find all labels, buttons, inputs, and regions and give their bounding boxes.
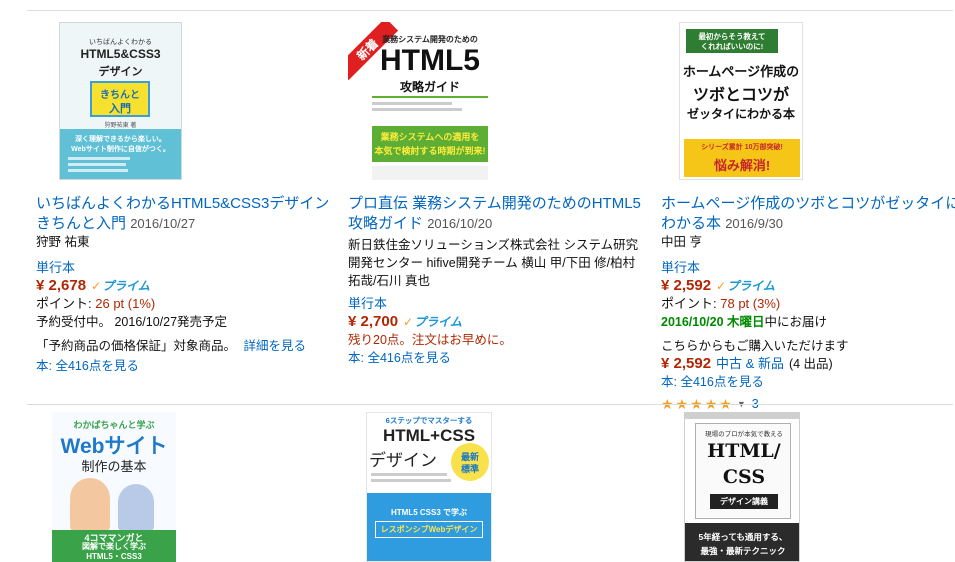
book-cover-image[interactable]: 最初からそう教えて くれればいいのに! ホームページ作成の ツボとコツが ゼッタ…	[679, 22, 803, 180]
row-divider	[27, 404, 953, 405]
price-guarantee: 「予約商品の価格保証」対象商品。 詳細を見る	[36, 339, 307, 353]
price: ¥ 2,700	[348, 313, 399, 330]
points: ポイント: 78 pt (3%)	[661, 296, 781, 311]
used-price: ¥ 2,592	[661, 355, 712, 372]
product-title-link[interactable]: ホームページ作成のツボとコツがゼッタイにわかる本 2016/9/30	[661, 194, 955, 234]
points: ポイント: 26 pt (1%)	[36, 296, 156, 311]
prime-badge: ✓プライム	[716, 279, 775, 293]
cover-band: シリーズ累計 10万部突破! 悩み解消!	[684, 139, 800, 177]
check-icon: ✓	[403, 315, 414, 329]
release-date: 2016/10/20	[427, 216, 493, 231]
product-info: ホームページ作成のツボとコツがゼッタイにわかる本 2016/9/30 中田 亨 …	[661, 194, 955, 413]
format-link[interactable]: 単行本	[661, 259, 955, 277]
cover-band: 業務システムへの適用を 本気で検討する時期が到来!	[372, 126, 488, 162]
price: ¥ 2,678	[36, 277, 87, 294]
book-cover-image[interactable]: いちばんよくわかる HTML5&CSS3 デザイン きちんと 入門 狩野祐東 著…	[59, 22, 182, 180]
delivery-estimate: 2016/10/20 木曜日中にお届け	[661, 315, 828, 329]
used-new-link[interactable]: 中古 & 新品	[716, 355, 784, 373]
see-all-link[interactable]: 全416点を見る	[55, 359, 138, 373]
see-all-link[interactable]: 全416点を見る	[367, 351, 450, 365]
see-all: 本: 全416点を見る	[661, 375, 764, 389]
author-name: 新日鉄住金ソリューションズ株式会社 システム研究開発センター hifive開発チ…	[348, 238, 639, 288]
stock-warning: 残り20点。注文はお早めに。	[348, 333, 512, 347]
other-offers: ¥ 2,592 中古 & 新品 (4 出品)	[661, 355, 955, 373]
character-illustration	[70, 478, 110, 532]
release-date: 2016/10/27	[130, 216, 196, 231]
cover-band: 5年経っても通用する、 最強・最新テクニック	[685, 523, 799, 561]
book-cover-image[interactable]: 現場のプロが本気で教える HTML/ CSS デザイン講義 5年経っても通用する…	[684, 412, 800, 562]
author-name: 中田 亨	[661, 235, 702, 249]
product-title-link[interactable]: いちばんよくわかるHTML5&CSS3デザインきちんと入門 2016/10/27	[36, 194, 336, 234]
book-cover-image[interactable]: 新着 業務システム開発のための HTML5 攻略ガイド 業務システムへの適用を …	[348, 22, 492, 180]
author-name: 狩野 祐東	[36, 235, 90, 249]
other-offers-label: こちらからもご購入いただけます	[661, 339, 849, 353]
book-cover-image[interactable]: わかばちゃんと学ぶ Webサイト 制作の基本 4コママンガと 図解で楽しく学ぶ …	[52, 412, 176, 562]
cover-badge: 最新 標準	[451, 443, 489, 481]
format-link[interactable]: 単行本	[36, 259, 336, 277]
cover-badge: きちんと 入門	[90, 81, 150, 117]
product-info: プロ直伝 業務システム開発のためのHTML5攻略ガイド 2016/10/20 新…	[348, 194, 648, 367]
product-info: いちばんよくわかるHTML5&CSS3デザインきちんと入門 2016/10/27…	[36, 194, 336, 375]
character-illustration	[118, 484, 154, 532]
preorder-note: 予約受付中。 2016/10/27発売予定	[36, 315, 228, 329]
check-icon: ✓	[716, 279, 727, 293]
see-all: 本: 全416点を見る	[348, 351, 451, 365]
cover-band: HTML5 CSS3 で学ぶ レスポンシブWebデザイン	[367, 493, 491, 561]
see-all-link[interactable]: 全416点を見る	[680, 375, 763, 389]
format-link[interactable]: 単行本	[348, 295, 648, 313]
price: ¥ 2,592	[661, 277, 712, 294]
offer-count: (4 出品)	[788, 357, 833, 371]
check-icon: ✓	[91, 279, 102, 293]
cover-band: 深く理解できるから楽しい。 Webサイト制作に自信がつく。	[60, 129, 181, 179]
release-date: 2016/9/30	[725, 216, 784, 231]
top-divider	[27, 10, 953, 11]
details-link[interactable]: 詳細を見る	[244, 339, 307, 353]
book-cover-image[interactable]: 6ステップでマスターする HTML+CSS デザイン 最新 標準 HTML5 C…	[366, 412, 492, 562]
product-title-link[interactable]: プロ直伝 業務システム開発のためのHTML5攻略ガイド 2016/10/20	[348, 194, 648, 234]
see-all: 本: 全416点を見る	[36, 359, 139, 373]
prime-badge: ✓プライム	[403, 315, 462, 329]
prime-badge: ✓プライム	[91, 279, 150, 293]
